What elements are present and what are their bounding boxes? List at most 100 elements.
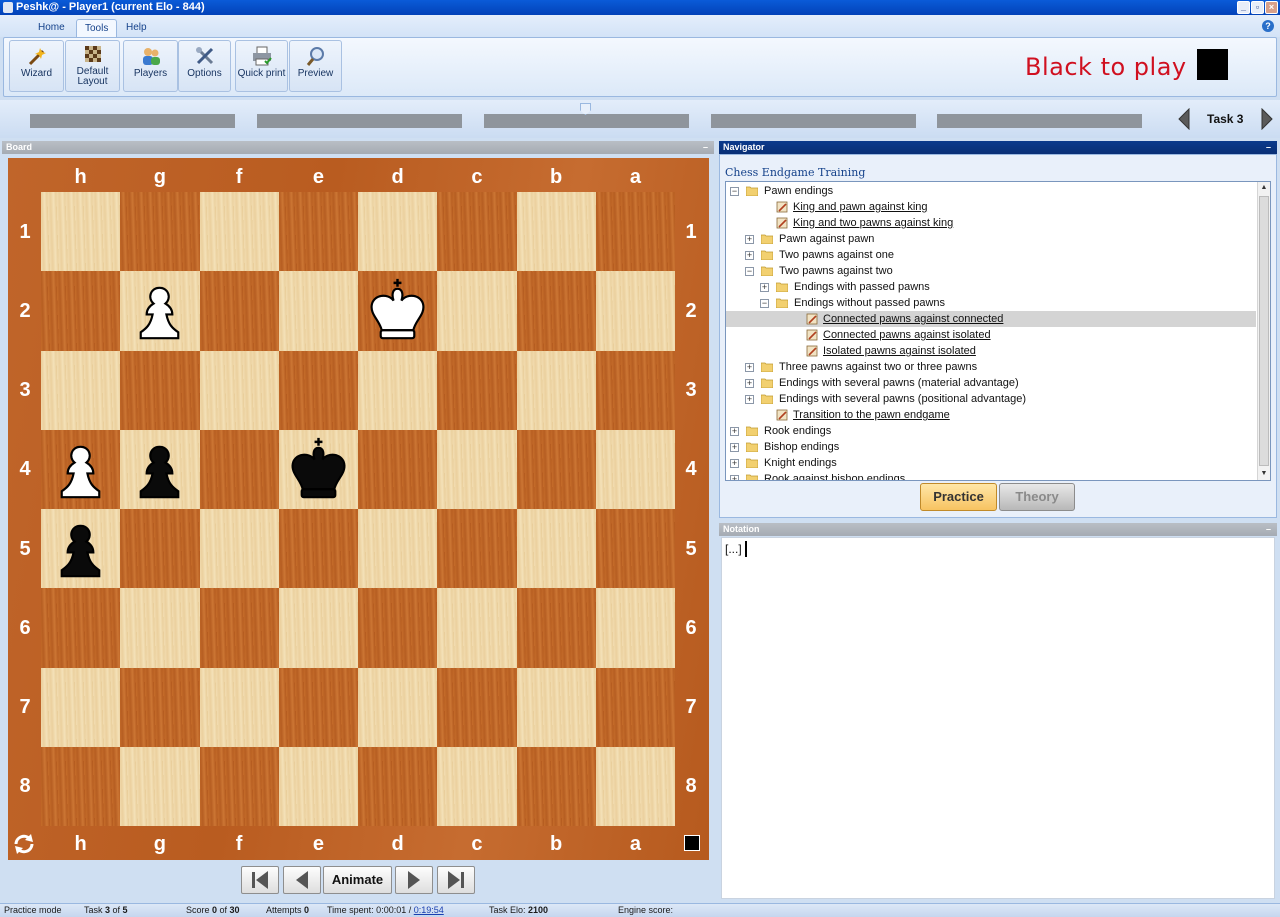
last-move-button[interactable] — [437, 866, 475, 894]
square-h3[interactable] — [41, 350, 121, 430]
black-pawn-g4-icon[interactable] — [120, 430, 199, 509]
collapse-navigator-icon[interactable]: – — [1266, 141, 1271, 154]
square-a2[interactable] — [595, 271, 675, 351]
square-g1[interactable] — [120, 192, 200, 272]
square-d4[interactable] — [358, 429, 438, 509]
tab-tools[interactable]: Tools — [76, 19, 118, 37]
minimize-button[interactable]: _ — [1237, 1, 1250, 14]
tree-folder-item[interactable]: + Bishop endings — [726, 439, 1256, 455]
square-a1[interactable] — [595, 192, 675, 272]
previous-task-arrow-icon[interactable] — [1177, 108, 1191, 130]
tree-scrollbar[interactable]: ▲ ▼ — [1257, 182, 1270, 480]
tree-lesson-item[interactable]: Connected pawns against isolated — [726, 327, 1256, 343]
tab-home[interactable]: Home — [30, 19, 73, 37]
square-g3[interactable] — [120, 350, 200, 430]
white-pawn-h4-icon[interactable] — [41, 430, 120, 509]
square-f3[interactable] — [199, 350, 279, 430]
tab-help[interactable]: Help — [118, 19, 155, 37]
help-icon[interactable]: ? — [1262, 20, 1274, 32]
expand-icon[interactable]: + — [745, 395, 754, 404]
square-f5[interactable] — [199, 509, 279, 589]
task-segment-1[interactable] — [30, 114, 235, 128]
square-d1[interactable] — [358, 192, 438, 272]
expand-icon[interactable]: + — [730, 443, 739, 452]
square-e2[interactable] — [278, 271, 358, 351]
tree-folder-item[interactable]: + Rook endings — [726, 423, 1256, 439]
tree-folder-item[interactable]: − Pawn endings — [726, 183, 1256, 199]
square-e3[interactable] — [278, 350, 358, 430]
tree-folder-item[interactable]: − Endings without passed pawns — [726, 295, 1256, 311]
square-c1[interactable] — [437, 192, 517, 272]
square-a4[interactable] — [595, 429, 675, 509]
tree-folder-item[interactable]: + Two pawns against one — [726, 247, 1256, 263]
collapse-icon[interactable]: − — [760, 299, 769, 308]
square-a6[interactable] — [595, 588, 675, 668]
task-segment-4[interactable] — [711, 114, 916, 128]
square-d8[interactable] — [358, 746, 438, 826]
tree-folder-item[interactable]: + Pawn against pawn — [726, 231, 1256, 247]
square-c8[interactable] — [437, 746, 517, 826]
quick-print-button[interactable]: Quick print — [235, 40, 288, 92]
square-g5[interactable] — [120, 509, 200, 589]
square-b1[interactable] — [516, 192, 596, 272]
theory-button[interactable]: Theory — [999, 483, 1075, 511]
expand-icon[interactable]: + — [745, 251, 754, 260]
square-d7[interactable] — [358, 667, 438, 747]
tree-folder-item[interactable]: + Knight endings — [726, 455, 1256, 471]
next-move-button[interactable] — [395, 866, 433, 894]
square-b3[interactable] — [516, 350, 596, 430]
black-pawn-h5-icon[interactable] — [41, 509, 120, 588]
square-f8[interactable] — [199, 746, 279, 826]
tree-lesson-item[interactable]: Isolated pawns against isolated — [726, 343, 1256, 359]
players-button[interactable]: Players — [123, 40, 178, 92]
tree-lesson-item[interactable]: King and pawn against king — [726, 199, 1256, 215]
preview-button[interactable]: Preview — [289, 40, 342, 92]
expand-icon[interactable]: + — [730, 427, 739, 436]
prev-move-button[interactable] — [283, 866, 321, 894]
square-b2[interactable] — [516, 271, 596, 351]
expand-icon[interactable]: + — [745, 363, 754, 372]
flip-board-icon[interactable] — [11, 831, 37, 857]
square-c5[interactable] — [437, 509, 517, 589]
square-g8[interactable] — [120, 746, 200, 826]
expand-icon[interactable]: + — [730, 475, 739, 480]
square-f6[interactable] — [199, 588, 279, 668]
first-move-button[interactable] — [241, 866, 279, 894]
expand-icon[interactable]: + — [745, 235, 754, 244]
square-c2[interactable] — [437, 271, 517, 351]
square-a8[interactable] — [595, 746, 675, 826]
collapse-icon[interactable]: − — [745, 267, 754, 276]
tree-folder-item[interactable]: + Endings with passed pawns — [726, 279, 1256, 295]
square-b4[interactable] — [516, 429, 596, 509]
square-h7[interactable] — [41, 667, 121, 747]
square-c7[interactable] — [437, 667, 517, 747]
lesson-tree[interactable]: − Pawn endings King and pawn against king K… — [725, 181, 1271, 481]
square-h1[interactable] — [41, 192, 121, 272]
square-h6[interactable] — [41, 588, 121, 668]
task-segment-5[interactable] — [937, 114, 1142, 128]
square-f1[interactable] — [199, 192, 279, 272]
square-g7[interactable] — [120, 667, 200, 747]
close-button[interactable]: × — [1265, 1, 1278, 14]
options-button[interactable]: Options — [178, 40, 231, 92]
square-b7[interactable] — [516, 667, 596, 747]
tree-lesson-item[interactable]: King and two pawns against king — [726, 215, 1256, 231]
square-c6[interactable] — [437, 588, 517, 668]
task-segment-2[interactable] — [257, 114, 462, 128]
expand-icon[interactable]: + — [745, 379, 754, 388]
collapse-board-icon[interactable]: – — [703, 141, 708, 154]
tree-lesson-item[interactable]: Connected pawns against connected — [726, 311, 1256, 327]
square-d3[interactable] — [358, 350, 438, 430]
square-c4[interactable] — [437, 429, 517, 509]
expand-icon[interactable]: + — [730, 459, 739, 468]
tree-folder-item[interactable]: + Three pawns against two or three pawns — [726, 359, 1256, 375]
square-b5[interactable] — [516, 509, 596, 589]
square-a3[interactable] — [595, 350, 675, 430]
square-e5[interactable] — [278, 509, 358, 589]
white-king-d2-icon[interactable] — [358, 271, 437, 350]
maximize-button[interactable]: ▫ — [1251, 1, 1264, 14]
tree-folder-item[interactable]: + Endings with several pawns (material ad… — [726, 375, 1256, 391]
square-a7[interactable] — [595, 667, 675, 747]
square-c3[interactable] — [437, 350, 517, 430]
collapse-icon[interactable]: − — [730, 187, 739, 196]
